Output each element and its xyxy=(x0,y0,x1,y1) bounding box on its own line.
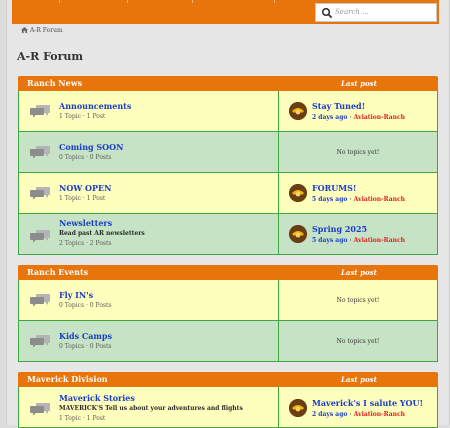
forum-row: Coming SOON 0 Topics · 0 Posts No topics… xyxy=(18,132,438,173)
category-ranch-news: Ranch News Last post Announcements 1 Top… xyxy=(18,76,438,255)
column-divider xyxy=(278,387,279,427)
forum-description: MAVERICK'S Tell us about your adventures… xyxy=(59,405,243,412)
forum-stats: 0 Topics · 0 Posts xyxy=(59,154,112,161)
no-topics-label: No topics yet! xyxy=(336,338,380,345)
no-topics-label: No topics yet! xyxy=(336,149,380,156)
last-post-meta: 2 days ago · Aviation-Ranch xyxy=(312,114,405,121)
last-post-time[interactable]: 2 days ago xyxy=(312,411,347,418)
forum-row: NOW OPEN 1 Topic · 1 Post FORUMS! 5 days… xyxy=(18,173,438,214)
forum-read-icon xyxy=(30,335,50,348)
column-divider xyxy=(278,214,279,254)
avatar[interactable] xyxy=(289,225,307,243)
forum-stats: 2 Topics · 2 Posts xyxy=(59,240,112,247)
category-header: Ranch Events Last post xyxy=(18,265,438,280)
column-divider xyxy=(278,91,279,131)
search-input[interactable]: Search ... xyxy=(315,3,437,22)
forum-read-icon xyxy=(30,187,50,200)
avatar[interactable] xyxy=(289,184,307,202)
forum-link[interactable]: Newsletters xyxy=(59,218,112,228)
category-title[interactable]: Ranch News xyxy=(27,78,82,88)
nav-divider xyxy=(274,0,275,3)
last-post-meta: 5 days ago · Aviation-Ranch xyxy=(312,237,405,244)
forum-stats: 1 Topic · 1 Post xyxy=(59,113,106,120)
no-topics-label: No topics yet! xyxy=(336,297,380,304)
breadcrumb-label[interactable]: A-R Forum xyxy=(30,27,63,34)
category-maverick-division: Maverick Division Last post Maverick Sto… xyxy=(18,372,438,428)
forum-read-icon xyxy=(30,403,50,416)
forum-row: Newsletters Read past AR newsletters 2 T… xyxy=(18,214,438,255)
avatar-image xyxy=(289,102,307,120)
forum-read-icon xyxy=(30,105,50,118)
nav-divider xyxy=(127,0,128,3)
avatar[interactable] xyxy=(289,102,307,120)
last-post-author[interactable]: Aviation-Ranch xyxy=(354,237,405,244)
avatar-image xyxy=(289,225,307,243)
last-post-meta: 2 days ago · Aviation-Ranch xyxy=(312,411,405,418)
search-placeholder: Search ... xyxy=(335,8,369,16)
home-icon[interactable] xyxy=(21,27,28,33)
column-divider xyxy=(278,173,279,213)
category-title[interactable]: Maverick Division xyxy=(27,374,108,384)
last-post-column-label: Last post xyxy=(341,268,377,277)
forum-row: Announcements 1 Topic · 1 Post Stay Tune… xyxy=(18,91,438,132)
forum-link[interactable]: Maverick Stories xyxy=(59,393,135,403)
category-title[interactable]: Ranch Events xyxy=(27,267,88,277)
forum-stats: 1 Topic · 1 Post xyxy=(59,415,106,422)
last-post-time[interactable]: 2 days ago xyxy=(312,114,347,121)
nav-divider xyxy=(192,0,193,3)
nav-divider xyxy=(59,0,60,3)
forum-read-icon xyxy=(30,230,50,243)
forum-stats: 1 Topic · 1 Post xyxy=(59,195,106,202)
category-header: Ranch News Last post xyxy=(18,76,438,91)
last-post-column-label: Last post xyxy=(341,79,377,88)
last-post-title[interactable]: Spring 2025 xyxy=(312,224,367,234)
forum-row: Kids Camps 0 Topics · 0 Posts No topics … xyxy=(18,321,438,362)
avatar[interactable] xyxy=(289,399,307,417)
avatar-image xyxy=(289,399,307,417)
last-post-author[interactable]: Aviation-Ranch xyxy=(354,411,405,418)
forum-link[interactable]: Kids Camps xyxy=(59,331,112,341)
forum-link[interactable]: Fly IN's xyxy=(59,290,93,300)
forum-row: Fly IN's 0 Topics · 0 Posts No topics ye… xyxy=(18,280,438,321)
last-post-title[interactable]: FORUMS! xyxy=(312,183,356,193)
breadcrumb[interactable]: A-R Forum xyxy=(21,27,63,34)
last-post-author[interactable]: Aviation-Ranch xyxy=(354,114,405,121)
last-post-time[interactable]: 5 days ago xyxy=(312,237,347,244)
last-post-column-label: Last post xyxy=(341,375,377,384)
forum-stats: 0 Topics · 0 Posts xyxy=(59,302,112,309)
last-post-time[interactable]: 5 days ago xyxy=(312,196,347,203)
page-title: A-R Forum xyxy=(17,50,84,63)
forum-row: Maverick Stories MAVERICK'S Tell us abou… xyxy=(18,387,438,428)
forum-read-icon xyxy=(30,294,50,307)
last-post-meta: 5 days ago · Aviation-Ranch xyxy=(312,196,405,203)
category-header: Maverick Division Last post xyxy=(18,372,438,387)
last-post-title[interactable]: Stay Tuned! xyxy=(312,101,365,111)
forum-link[interactable]: Coming SOON xyxy=(59,142,123,152)
forum-link[interactable]: Announcements xyxy=(59,101,131,111)
avatar-image xyxy=(289,184,307,202)
last-post-title[interactable]: Maverick's I salute YOU! xyxy=(312,398,423,408)
forum-read-icon xyxy=(30,146,50,159)
last-post-author[interactable]: Aviation-Ranch xyxy=(354,196,405,203)
forum-description: Read past AR newsletters xyxy=(59,230,145,237)
category-ranch-events: Ranch Events Last post Fly IN's 0 Topics… xyxy=(18,265,438,362)
forum-stats: 0 Topics · 0 Posts xyxy=(59,343,112,350)
search-icon[interactable] xyxy=(321,7,333,19)
forum-link[interactable]: NOW OPEN xyxy=(59,183,111,193)
